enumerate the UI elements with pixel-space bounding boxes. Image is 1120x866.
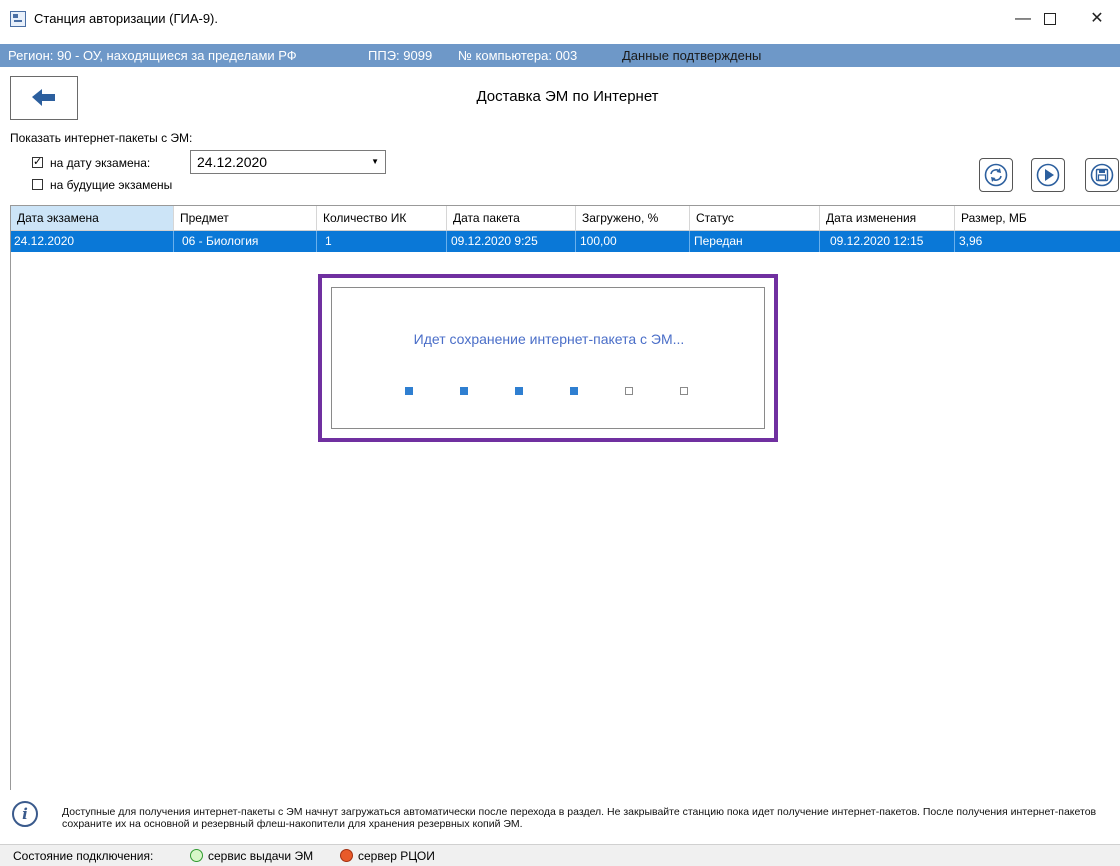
ppe-text: ППЭ: 9099 <box>368 48 433 63</box>
table-row[interactable]: 24.12.2020 06 - Биология 1 09.12.2020 9:… <box>11 231 1120 252</box>
window-title: Станция авторизации (ГИА-9). <box>34 11 218 26</box>
refresh-icon <box>984 163 1008 187</box>
table-header: Дата экзамена Предмет Количество ИК Дата… <box>11 206 1120 231</box>
region-text: Регион: 90 - ОУ, находящиеся за пределам… <box>8 48 297 63</box>
progress-step <box>680 387 688 395</box>
server-status-text: сервер РЦОИ <box>358 849 435 863</box>
save-button[interactable] <box>1085 158 1119 192</box>
column-header-ik-count[interactable]: Количество ИК <box>317 206 447 230</box>
refresh-button[interactable] <box>979 158 1013 192</box>
cell-size: 3,96 <box>959 234 983 248</box>
close-button[interactable]: ✕ <box>1074 4 1120 34</box>
cell-ik-count: 1 <box>317 231 447 252</box>
progress-step <box>570 387 578 395</box>
status-bar: Состояние подключения: сервис выдачи ЭМ … <box>0 844 1120 866</box>
connection-status-label: Состояние подключения: <box>13 849 154 863</box>
checkbox-checked-icon: ✓ <box>32 156 43 168</box>
dropdown-arrow-icon: ▼ <box>371 157 379 166</box>
title-bar: Станция авторизации (ГИА-9). — ✕ <box>0 0 1120 40</box>
server-status-icon <box>340 849 353 862</box>
cell-modified-date: 09.12.2020 12:15 <box>820 231 955 252</box>
page-title: Доставка ЭМ по Интернет <box>476 88 659 105</box>
column-header-package-date[interactable]: Дата пакета <box>447 206 576 230</box>
computer-text: № компьютера: 003 <box>458 48 578 63</box>
cell-package-date: 09.12.2020 9:25 <box>447 231 576 252</box>
checkbox-unchecked-icon <box>32 179 43 190</box>
exam-date-select[interactable]: 24.12.2020 ▼ <box>190 150 386 174</box>
info-note-text: Доступные для получения интернет-пакеты … <box>62 806 1097 830</box>
info-icon: i <box>12 801 38 827</box>
progress-dialog: Идет сохранение интернет-пакета с ЭМ... <box>318 274 778 442</box>
info-note: i Доступные для получения интернет-пакет… <box>0 790 1120 840</box>
cell-exam-date: 24.12.2020 <box>11 231 174 252</box>
play-button[interactable] <box>1031 158 1065 192</box>
progress-step <box>515 387 523 395</box>
info-bar: Регион: 90 - ОУ, находящиеся за пределам… <box>0 44 1120 67</box>
progress-step <box>405 387 413 395</box>
cell-subject: 06 - Биология <box>174 231 317 252</box>
service-status-text: сервис выдачи ЭМ <box>208 849 314 863</box>
progress-step <box>625 387 633 395</box>
save-icon <box>1090 163 1114 187</box>
column-header-status[interactable]: Статус <box>690 206 820 230</box>
progress-step <box>460 387 468 395</box>
play-icon <box>1036 163 1060 187</box>
cell-status: Передан <box>690 231 820 252</box>
exam-date-value: 24.12.2020 <box>197 154 268 170</box>
column-header-exam-date[interactable]: Дата экзамена <box>11 206 174 230</box>
maximize-icon <box>1044 12 1056 25</box>
column-header-size[interactable]: Размер, МБ <box>955 206 1120 230</box>
column-header-modified-date[interactable]: Дата изменения <box>820 206 955 230</box>
cell-loaded: 100,00 <box>576 231 690 252</box>
app-icon <box>10 11 26 27</box>
filter-label: Показать интернет-пакеты с ЭМ: <box>10 131 193 145</box>
progress-panel: Идет сохранение интернет-пакета с ЭМ... <box>331 287 765 429</box>
service-status-icon <box>190 849 203 862</box>
progress-message: Идет сохранение интернет-пакета с ЭМ... <box>413 331 685 347</box>
column-header-loaded[interactable]: Загружено, % <box>576 206 690 230</box>
confirmed-status: Данные подтверждены <box>622 48 762 63</box>
column-header-subject[interactable]: Предмет <box>174 206 317 230</box>
maximize-button[interactable] <box>1030 4 1070 34</box>
exam-date-checkbox-label: на дату экзамена: <box>50 156 151 170</box>
future-exams-checkbox-label: на будущие экзамены <box>50 178 173 192</box>
